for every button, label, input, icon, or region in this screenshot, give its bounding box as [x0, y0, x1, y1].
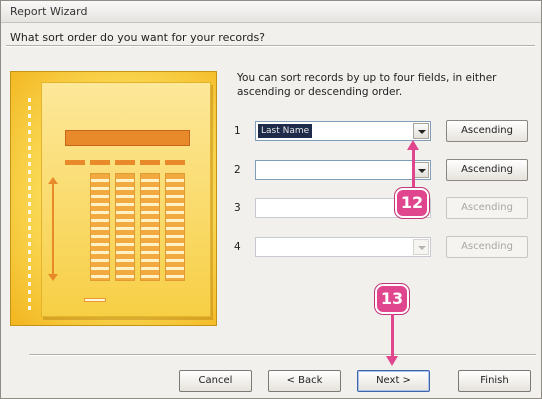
callout-13-arrow-line	[391, 314, 394, 357]
preview-edge-strip	[28, 98, 31, 313]
sort-order-1-button[interactable]: Ascending	[446, 120, 528, 142]
sort-row-number-2: 2	[234, 164, 241, 176]
preview-data-column	[115, 173, 135, 281]
wizard-question: What sort order do you want for your rec…	[10, 31, 266, 44]
preview-data-column	[140, 173, 160, 281]
sort-field-3-value	[258, 201, 264, 215]
preview-data-column	[165, 173, 185, 281]
sort-order-3-button[interactable]: Ascending	[446, 197, 528, 219]
sort-row-number-3: 3	[234, 202, 241, 214]
sort-field-4-dropdown-button[interactable]	[413, 239, 429, 255]
sort-order-2-button[interactable]: Ascending	[446, 159, 528, 181]
sort-instructions: You can sort records by up to four field…	[237, 72, 497, 98]
preview-data-column	[90, 173, 110, 281]
next-button[interactable]: Next >	[357, 370, 430, 392]
preview-footer-bar	[84, 298, 106, 302]
sort-preview-illustration	[10, 71, 217, 326]
sort-field-1-value: Last Name	[258, 124, 313, 138]
callout-13-arrowhead	[386, 356, 398, 366]
sort-field-4-value	[258, 240, 264, 254]
sort-field-2-value	[258, 163, 264, 177]
preview-header-cell	[140, 160, 160, 165]
preview-header-cell	[115, 160, 135, 165]
bottom-divider	[29, 354, 536, 356]
callout-12-arrow-line	[412, 148, 415, 188]
sort-direction-icon	[48, 177, 58, 281]
chevron-down-icon	[418, 246, 426, 250]
step-13-callout: 13	[375, 284, 409, 314]
chevron-down-icon	[418, 130, 426, 134]
sort-field-1-combo[interactable]: Last Name	[255, 121, 431, 141]
preview-header-cell	[90, 160, 110, 165]
chevron-down-icon	[418, 169, 426, 173]
preview-header-cell	[165, 160, 185, 165]
step-12-callout: 12	[395, 188, 429, 218]
cancel-button[interactable]: Cancel	[179, 370, 252, 392]
sort-row-number-1: 1	[234, 125, 241, 137]
preview-title-bar	[65, 130, 190, 146]
preview-report-page	[41, 82, 211, 317]
sort-field-2-combo[interactable]	[255, 160, 431, 180]
dialog-title: Report Wizard	[1, 1, 541, 23]
back-button[interactable]: < Back	[268, 370, 341, 392]
sort-order-4-button[interactable]: Ascending	[446, 236, 528, 258]
report-wizard-dialog: Report Wizard What sort order do you wan…	[0, 0, 542, 399]
sort-field-2-dropdown-button[interactable]	[413, 162, 429, 178]
finish-button[interactable]: Finish	[458, 370, 531, 392]
sort-field-1-dropdown-button[interactable]	[413, 123, 429, 139]
sort-row-number-4: 4	[234, 241, 241, 253]
sort-field-4-combo[interactable]	[255, 237, 431, 257]
top-divider	[6, 45, 535, 47]
preview-header-cell	[65, 160, 85, 165]
